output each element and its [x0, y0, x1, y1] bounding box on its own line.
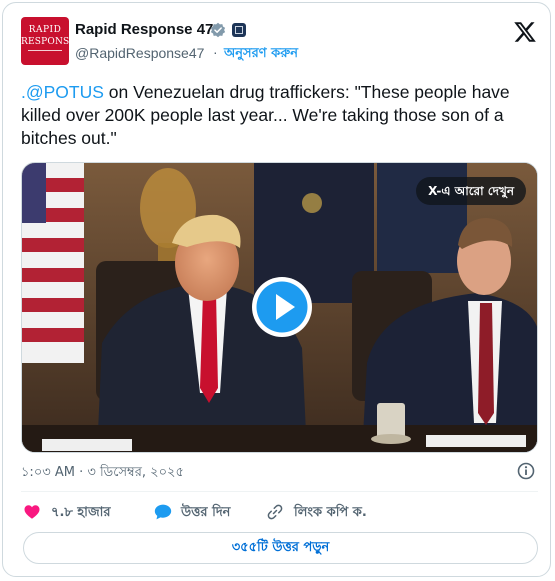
see-more-on-x-button[interactable]: X-এ আরো দেখুন	[416, 177, 526, 205]
reply-button[interactable]: উত্তর দিন	[153, 502, 253, 522]
follow-link[interactable]: অনুসরণ করুন	[224, 44, 298, 65]
separator-dot: ·	[213, 44, 218, 60]
government-affiliation-icon	[232, 23, 246, 37]
post-card: RAPID RESPONSE Rapid Response 47 @RapidR…	[2, 2, 551, 577]
link-icon	[267, 504, 283, 520]
avatar-logo-line2: RESPONSE	[21, 37, 69, 47]
divider	[21, 491, 538, 492]
x-logo-icon[interactable]	[513, 20, 537, 44]
mention-link[interactable]: .@POTUS	[21, 82, 104, 102]
avatar[interactable]: RAPID RESPONSE	[21, 17, 69, 65]
reply-bubble-icon	[154, 504, 172, 520]
read-replies-button[interactable]: ৩৫৫টি উত্তর পড়ুন	[23, 532, 538, 564]
play-icon[interactable]	[251, 276, 313, 338]
post-text: .@POTUS on Venezuelan drug traffickers: …	[21, 81, 543, 150]
heart-icon	[24, 505, 40, 519]
avatar-logo-line1: RAPID	[28, 25, 62, 35]
like-button[interactable]: ৭.৮ হাজার	[23, 502, 133, 522]
avatar-logo-rule	[28, 50, 62, 51]
account-name[interactable]: Rapid Response 47	[75, 21, 213, 38]
account-handle[interactable]: @RapidResponse47	[75, 45, 204, 61]
copy-link-label: লিংক কপি ক.	[294, 505, 367, 520]
reply-label: উত্তর দিন	[181, 505, 231, 520]
info-icon[interactable]	[517, 462, 535, 480]
copy-link-button[interactable]: লিংক কপি ক.	[266, 502, 396, 522]
post-timestamp[interactable]: ১:০৩ AM · ৩ ডিসেম্বর, ২০২৫	[21, 463, 184, 484]
like-count: ৭.৮ হাজার	[51, 505, 111, 520]
video-player[interactable]: X-এ আরো দেখুন	[21, 162, 538, 453]
verified-badge-icon	[210, 22, 226, 38]
